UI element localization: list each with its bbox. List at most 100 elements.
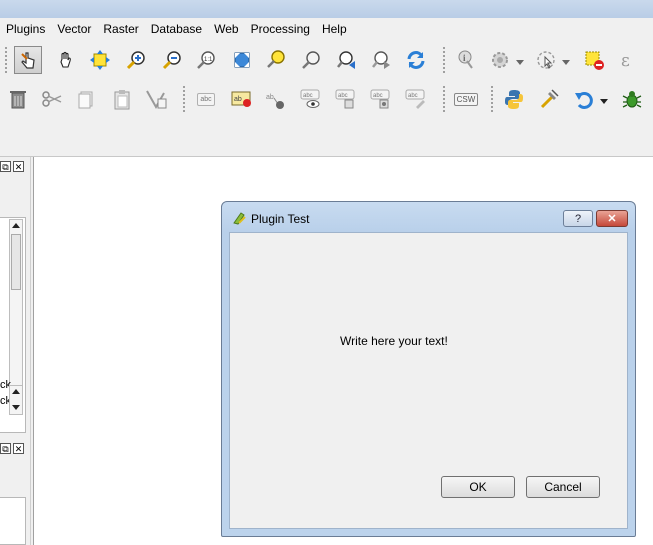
refresh-button[interactable] — [402, 46, 430, 74]
processing-icon — [540, 89, 559, 109]
delete-icon — [10, 91, 26, 109]
pan-selected-icon — [21, 52, 35, 69]
svg-text:ab: ab — [266, 94, 274, 101]
small-vertical-scrollbar[interactable] — [9, 385, 23, 415]
label-move2-button[interactable]: abc — [332, 85, 360, 113]
identify-button[interactable]: i — [452, 46, 480, 74]
dock-panel-controls: ⧉ ✕ — [0, 443, 24, 454]
label-show-hide-button[interactable]: abc — [297, 85, 325, 113]
copy-button[interactable] — [72, 85, 100, 113]
help-button[interactable]: ? — [563, 210, 593, 227]
label-pin-button[interactable]: ab — [228, 85, 256, 113]
layers-vertical-scrollbar[interactable] — [9, 219, 23, 391]
svg-text:abc: abc — [408, 93, 418, 99]
label-rotate-icon: abc — [370, 89, 390, 109]
cut-icon — [42, 91, 62, 107]
zoom-to-selection-button[interactable] — [262, 46, 290, 74]
zoom-to-layer-button[interactable] — [297, 46, 325, 74]
identify-icon: i — [458, 50, 473, 69]
select-dropdown[interactable] — [558, 48, 574, 76]
measure-button[interactable]: ε — [614, 46, 642, 74]
label-show-hide-icon: abc — [300, 89, 320, 108]
svg-text:abc: abc — [338, 93, 348, 99]
scroll-up-arrow-icon — [12, 223, 20, 228]
action-icon — [492, 52, 508, 68]
svg-text:abc: abc — [373, 93, 383, 99]
csw-icon: CSW — [453, 92, 479, 106]
zoom-last-button[interactable] — [333, 46, 361, 74]
close-button[interactable]: ✕ — [596, 210, 628, 227]
delete-button[interactable] — [4, 85, 32, 113]
label-move-button[interactable]: ab — [262, 85, 290, 113]
plugin-reloader-button[interactable] — [618, 85, 646, 113]
label-button[interactable]: abc — [192, 85, 220, 113]
scroll-thumb[interactable] — [11, 234, 21, 290]
dialog-client-area: Write here your text! OK Cancel — [229, 232, 628, 529]
copy-icon — [78, 91, 93, 109]
deselect-button[interactable] — [580, 46, 608, 74]
refresh-icon — [407, 51, 425, 69]
label-change-button[interactable]: abc — [402, 85, 430, 113]
pan-selected-button[interactable] — [14, 46, 42, 74]
paste-button[interactable] — [108, 85, 136, 113]
action-dropdown[interactable] — [512, 48, 528, 76]
map-navigation-toolbar: 1:1 i ε — [0, 40, 653, 80]
close-panel-button[interactable]: ✕ — [13, 161, 24, 172]
select-features-icon — [537, 51, 555, 69]
zoom-full-button[interactable] — [228, 46, 256, 74]
zoom-in-icon — [126, 51, 145, 70]
paste-icon — [114, 90, 130, 110]
bug-icon — [622, 91, 642, 108]
cut-button[interactable] — [38, 85, 66, 113]
pan-hand-button[interactable] — [52, 46, 80, 74]
label-rotate-button[interactable]: abc — [367, 85, 395, 113]
dialog-message: Write here your text! — [340, 334, 448, 348]
svg-text:ab: ab — [234, 96, 242, 103]
node-tool-button[interactable] — [142, 85, 170, 113]
zoom-next-icon — [372, 51, 390, 69]
ok-button[interactable]: OK — [441, 476, 515, 498]
select-features-button[interactable] — [532, 46, 560, 74]
menubar: Plugins Vector Raster Database Web Proce… — [0, 18, 653, 40]
menu-plugins[interactable]: Plugins — [0, 18, 51, 40]
scroll-up-arrow-icon — [12, 389, 20, 394]
undo-icon — [575, 92, 593, 109]
toolbar-separator — [442, 85, 446, 113]
csw-button[interactable]: CSW — [452, 85, 480, 113]
pan-to-selection-button[interactable] — [86, 46, 114, 74]
zoom-out-icon — [162, 51, 181, 70]
label-move2-icon: abc — [335, 89, 355, 109]
toolbar-separator — [490, 85, 494, 113]
undo-button[interactable] — [570, 85, 598, 113]
python-console-button[interactable] — [500, 85, 528, 113]
measure-icon: ε — [621, 51, 630, 71]
menu-vector[interactable]: Vector — [51, 18, 97, 40]
editing-label-toolbar: abc ab ab abc abc abc abc CSW — [0, 80, 653, 118]
float-panel-button[interactable]: ⧉ — [0, 443, 11, 454]
zoom-native-button[interactable]: 1:1 — [192, 46, 220, 74]
chevron-down-icon — [516, 60, 524, 65]
svg-text:ε: ε — [621, 51, 630, 71]
menu-web[interactable]: Web — [208, 18, 244, 40]
float-panel-button[interactable]: ⧉ — [0, 161, 11, 172]
dialog-title: Plugin Test — [251, 212, 310, 226]
processing-toolbox-button[interactable] — [535, 85, 563, 113]
svg-text:abc: abc — [303, 93, 313, 99]
menu-raster[interactable]: Raster — [97, 18, 144, 40]
zoom-in-button[interactable] — [122, 46, 150, 74]
dock-panel-controls: ⧉ ✕ — [0, 161, 24, 172]
cancel-button[interactable]: Cancel — [526, 476, 600, 498]
browser-panel-list[interactable] — [0, 497, 26, 545]
scroll-down-arrow-icon — [12, 405, 20, 410]
zoom-next-button[interactable] — [368, 46, 396, 74]
action-button[interactable] — [486, 46, 514, 74]
zoom-to-selection-icon — [267, 50, 285, 68]
node-tool-icon — [146, 90, 167, 110]
close-panel-button[interactable]: ✕ — [13, 443, 24, 454]
menu-database[interactable]: Database — [145, 18, 208, 40]
zoom-out-button[interactable] — [158, 46, 186, 74]
menu-help[interactable]: Help — [316, 18, 353, 40]
undo-dropdown[interactable] — [596, 87, 612, 115]
left-dock-area: ⧉ ✕ ck ck ⧉ ✕ — [0, 157, 31, 545]
menu-processing[interactable]: Processing — [245, 18, 316, 40]
